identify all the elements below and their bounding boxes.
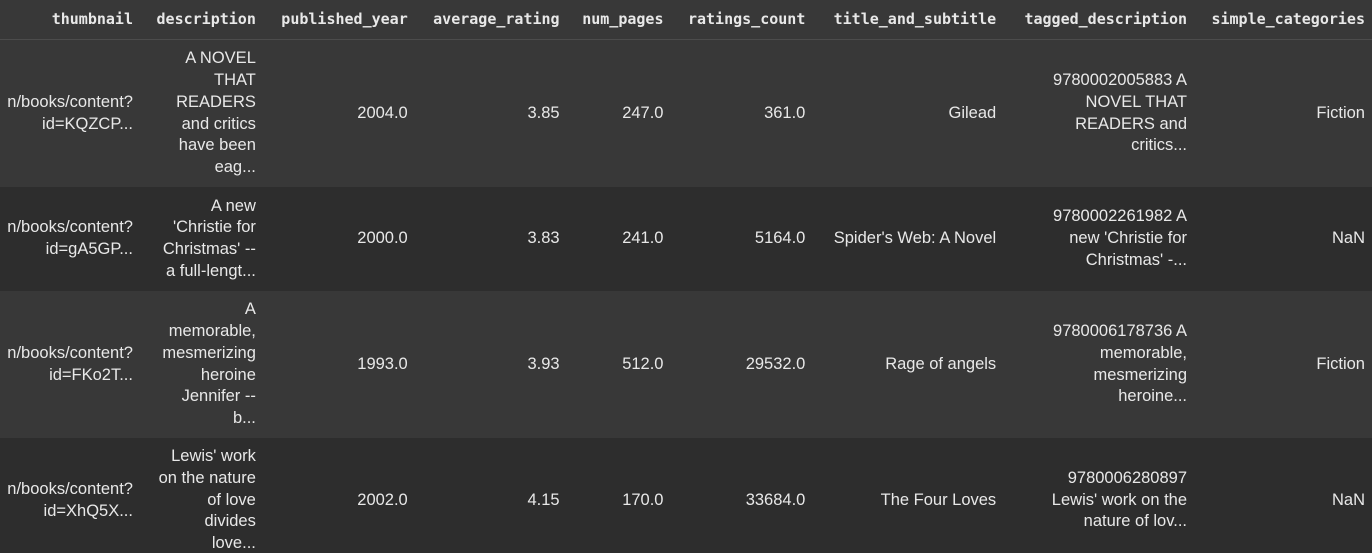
ratings-count-cell: 29532.0 xyxy=(670,291,813,438)
tagged-description-line: 9780006280897 xyxy=(1067,468,1188,487)
column-header-average-rating: average_rating xyxy=(414,0,567,40)
tagged-description-line: memorable, xyxy=(1099,343,1188,362)
title-and-subtitle-cell: Gilead xyxy=(812,39,1004,187)
tagged-description-line: heroine... xyxy=(1118,387,1188,406)
published-year-cell: 2002.0 xyxy=(262,438,415,553)
num-pages-cell: 512.0 xyxy=(566,291,671,438)
table-body: n/books/content? id=KQZCP... A NOVEL THA… xyxy=(0,39,1372,553)
description-line: heroine xyxy=(200,365,256,384)
tagged-description-line: 9780002005883 A xyxy=(1053,71,1188,90)
description-line: divides xyxy=(204,512,256,531)
table-header: thumbnail description published_year ave… xyxy=(0,0,1372,40)
tagged-description-line: new 'Christie for xyxy=(1069,229,1188,248)
description-line: Lewis' work xyxy=(171,447,256,466)
thumbnail-line: id=gA5GP... xyxy=(45,240,133,258)
description-line: 'Christie for xyxy=(172,218,256,237)
header-row: thumbnail description published_year ave… xyxy=(0,0,1372,40)
tagged-description-cell: 9780002005883 A NOVEL THAT READERS and c… xyxy=(1003,39,1195,187)
column-header-published-year: published_year xyxy=(262,0,415,40)
tagged-description-line: critics... xyxy=(1131,136,1188,155)
description-cell: A new 'Christie for Christmas' -- a full… xyxy=(139,187,263,291)
title-and-subtitle-cell: The Four Loves xyxy=(812,438,1004,553)
thumbnail-line: n/books/content? xyxy=(7,218,133,237)
published-year-cell: 2000.0 xyxy=(262,187,415,291)
column-header-simple-categories: simple_categories xyxy=(1194,0,1372,40)
tagged-description-line: mesmerizing xyxy=(1093,365,1188,384)
description-line: of love xyxy=(207,490,256,509)
description-line: A NOVEL xyxy=(185,49,256,68)
thumbnail-line: id=FKo2T... xyxy=(49,365,133,384)
description-line: A new xyxy=(210,196,256,215)
average-rating-cell: 3.93 xyxy=(414,291,567,438)
average-rating-cell: 3.83 xyxy=(414,187,567,291)
column-header-description: description xyxy=(139,0,263,40)
tagged-description-line: nature of lov... xyxy=(1083,512,1188,531)
published-year-cell: 1993.0 xyxy=(262,291,415,438)
description-line: eag... xyxy=(214,157,256,176)
description-line: READERS xyxy=(176,92,256,111)
description-cell: A NOVEL THAT READERS and critics have be… xyxy=(139,39,263,187)
title-and-subtitle-cell: Spider's Web: A Novel xyxy=(812,187,1004,291)
simple-categories-cell: NaN xyxy=(1194,187,1372,291)
tagged-description-line: NOVEL THAT xyxy=(1085,92,1188,111)
thumbnail-line: id=XhQ5X... xyxy=(43,501,133,520)
description-line: and critics xyxy=(181,114,256,133)
thumbnail-line: n/books/content? xyxy=(7,479,133,498)
num-pages-cell: 247.0 xyxy=(566,39,671,187)
description-line: Christmas' -- xyxy=(162,240,256,258)
table-row: n/books/content? id=KQZCP... A NOVEL THA… xyxy=(0,39,1372,187)
thumbnail-line: id=KQZCP... xyxy=(42,114,133,133)
simple-categories-cell: Fiction xyxy=(1194,39,1372,187)
thumbnail-line: n/books/content? xyxy=(7,343,133,362)
tagged-description-line: Lewis' work on the xyxy=(1051,490,1188,509)
num-pages-cell: 170.0 xyxy=(566,438,671,553)
average-rating-cell: 4.15 xyxy=(414,438,567,553)
tagged-description-line: 9780006178736 A xyxy=(1053,322,1188,341)
table-row: n/books/content? id=FKo2T... A memorable… xyxy=(0,291,1372,438)
thumbnail-cell: n/books/content? id=gA5GP... xyxy=(0,187,140,291)
ratings-count-cell: 361.0 xyxy=(670,39,813,187)
ratings-count-cell: 33684.0 xyxy=(670,438,813,553)
description-cell: Lewis' work on the nature of love divide… xyxy=(139,438,263,553)
tagged-description-line: 9780002261982 A xyxy=(1053,207,1188,226)
thumbnail-cell: n/books/content? id=FKo2T... xyxy=(0,291,140,438)
thumbnail-cell: n/books/content? id=KQZCP... xyxy=(0,39,140,187)
thumbnail-cell: n/books/content? id=XhQ5X... xyxy=(0,438,140,553)
num-pages-cell: 241.0 xyxy=(566,187,671,291)
description-line: love... xyxy=(211,534,256,553)
description-line: have been xyxy=(178,136,256,155)
simple-categories-cell: NaN xyxy=(1194,438,1372,553)
column-header-thumbnail: thumbnail xyxy=(0,0,140,40)
description-cell: A memorable, mesmerizing heroine Jennife… xyxy=(139,291,263,438)
column-header-tagged-description: tagged_description xyxy=(1003,0,1195,40)
tagged-description-line: READERS and xyxy=(1075,114,1188,133)
description-line: THAT xyxy=(214,71,256,90)
dataframe-viewport: thumbnail description published_year ave… xyxy=(0,0,1372,553)
column-header-num-pages: num_pages xyxy=(566,0,671,40)
table-row: n/books/content? id=XhQ5X... Lewis' work… xyxy=(0,438,1372,553)
ratings-count-cell: 5164.0 xyxy=(670,187,813,291)
thumbnail-line: n/books/content? xyxy=(7,92,133,111)
description-line: mesmerizing xyxy=(162,343,256,362)
dataframe-table: thumbnail description published_year ave… xyxy=(0,0,1372,553)
column-header-ratings-count: ratings_count xyxy=(670,0,813,40)
simple-categories-cell: Fiction xyxy=(1194,291,1372,438)
description-line: Jennifer -- xyxy=(181,387,256,406)
description-line: b... xyxy=(232,408,256,427)
tagged-description-cell: 9780006178736 A memorable, mesmerizing h… xyxy=(1003,291,1195,438)
average-rating-cell: 3.85 xyxy=(414,39,567,187)
tagged-description-cell: 9780002261982 A new 'Christie for Christ… xyxy=(1003,187,1195,291)
description-line: on the nature xyxy=(158,468,256,487)
column-header-title-and-subtitle: title_and_subtitle xyxy=(812,0,1004,40)
description-line: A xyxy=(244,300,256,319)
description-line: a full-lengt... xyxy=(165,261,256,280)
table-row: n/books/content? id=gA5GP... A new 'Chri… xyxy=(0,187,1372,291)
published-year-cell: 2004.0 xyxy=(262,39,415,187)
description-line: memorable, xyxy=(168,322,256,341)
title-and-subtitle-cell: Rage of angels xyxy=(812,291,1004,438)
tagged-description-cell: 9780006280897 Lewis' work on the nature … xyxy=(1003,438,1195,553)
tagged-description-line: Christmas' -... xyxy=(1085,250,1188,269)
